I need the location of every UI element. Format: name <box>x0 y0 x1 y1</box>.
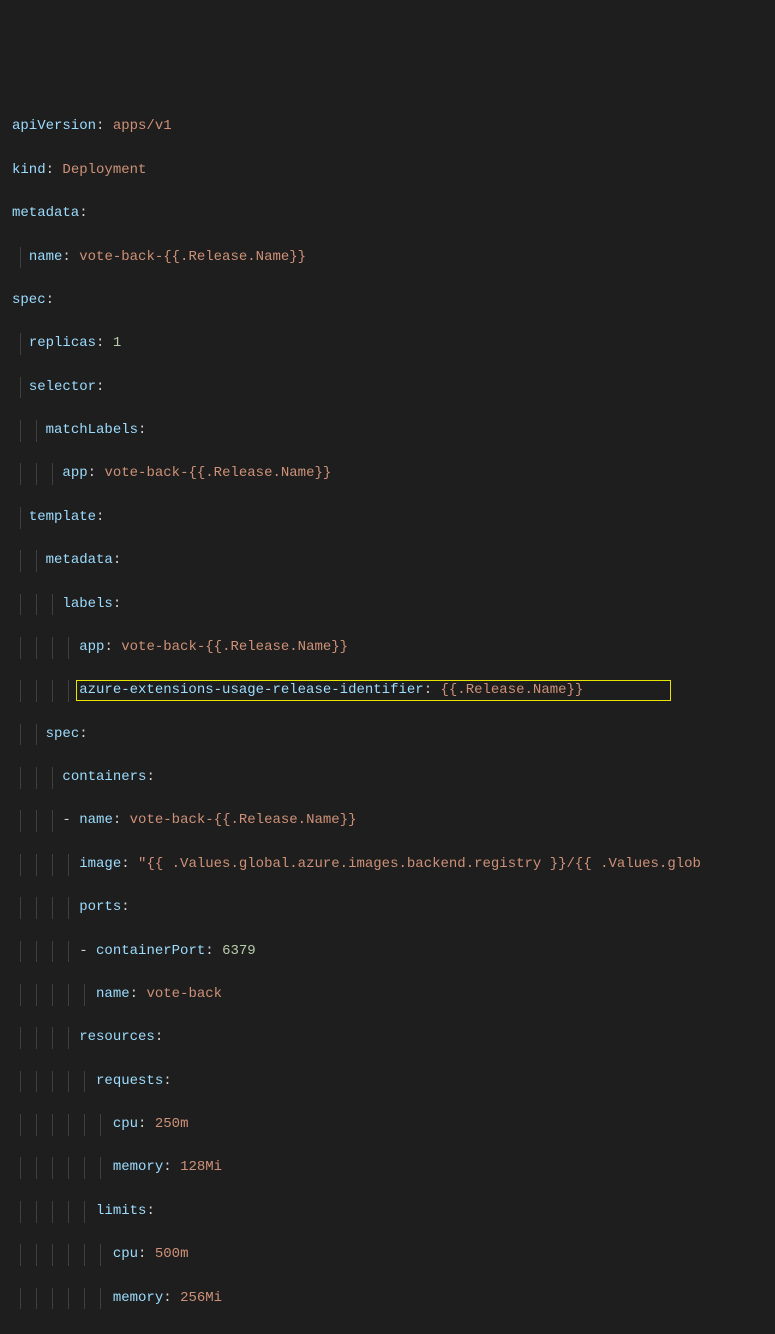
yaml-key: labels <box>62 596 112 612</box>
yaml-key: cpu <box>113 1116 138 1132</box>
yaml-key: name <box>79 812 113 828</box>
yaml-value: vote-back-{{.Release.Name}} <box>79 249 306 265</box>
yaml-key: app <box>79 639 104 655</box>
yaml-key: metadata <box>12 205 79 221</box>
code-line: labels: <box>12 594 763 616</box>
yaml-key: cpu <box>113 1246 138 1262</box>
highlighted-line: azure-extensions-usage-release-identifie… <box>12 680 763 702</box>
yaml-key: spec <box>46 726 80 742</box>
yaml-key: containerPort <box>96 943 205 959</box>
yaml-key: template <box>29 509 96 525</box>
code-line: - containerPort: 6379 <box>12 941 763 963</box>
code-line: spec: <box>12 290 763 312</box>
yaml-key: kind <box>12 162 46 178</box>
code-line: kind: Deployment <box>12 160 763 182</box>
yaml-value: "{{ .Values.global.azure.images.backend.… <box>138 856 701 872</box>
yaml-key: containers <box>62 769 146 785</box>
code-line: cpu: 500m <box>12 1244 763 1266</box>
yaml-value: vote-back <box>146 986 222 1002</box>
code-line: name: vote-back-{{.Release.Name}} <box>12 247 763 269</box>
yaml-key: azure-extensions-usage-release-identifie… <box>79 682 423 698</box>
code-line: containers: <box>12 767 763 789</box>
code-line: metadata: <box>12 203 763 225</box>
yaml-value: 500m <box>155 1246 189 1262</box>
yaml-value: Deployment <box>62 162 146 178</box>
yaml-value: vote-back-{{.Release.Name}} <box>104 465 331 481</box>
yaml-key: requests <box>96 1073 163 1089</box>
yaml-key: image <box>79 856 121 872</box>
code-line: cpu: 250m <box>12 1114 763 1136</box>
code-line: limits: <box>12 1201 763 1223</box>
yaml-key: spec <box>12 292 46 308</box>
code-line: app: vote-back-{{.Release.Name}} <box>12 463 763 485</box>
yaml-key: memory <box>113 1159 163 1175</box>
yaml-key: apiVersion <box>12 118 96 134</box>
code-line: memory: 128Mi <box>12 1157 763 1179</box>
yaml-value: vote-back-{{.Release.Name}} <box>121 639 348 655</box>
yaml-value: {{.Release.Name}} <box>441 682 584 698</box>
yaml-value: 250m <box>155 1116 189 1132</box>
code-line: template: <box>12 507 763 529</box>
yaml-key: matchLabels <box>46 422 138 438</box>
code-line: apiVersion: apps/v1 <box>12 116 763 138</box>
code-block: apiVersion: apps/v1 kind: Deployment met… <box>12 95 763 1331</box>
yaml-value: vote-back-{{.Release.Name}} <box>130 812 357 828</box>
yaml-key: name <box>96 986 130 1002</box>
code-line: memory: 256Mi <box>12 1288 763 1310</box>
code-line: requests: <box>12 1071 763 1093</box>
yaml-key: resources <box>79 1029 155 1045</box>
yaml-key: selector <box>29 379 96 395</box>
code-line: ports: <box>12 897 763 919</box>
yaml-key: ports <box>79 899 121 915</box>
yaml-number: 1 <box>113 335 121 351</box>
yaml-value: apps/v1 <box>113 118 172 134</box>
code-line: spec: <box>12 724 763 746</box>
code-line: selector: <box>12 377 763 399</box>
yaml-number: 6379 <box>222 943 256 959</box>
yaml-value: 128Mi <box>180 1159 222 1175</box>
code-line: name: vote-back <box>12 984 763 1006</box>
yaml-key: name <box>29 249 63 265</box>
code-line: resources: <box>12 1027 763 1049</box>
code-line: image: "{{ .Values.global.azure.images.b… <box>12 854 763 876</box>
yaml-key: limits <box>96 1203 146 1219</box>
yaml-key: replicas <box>29 335 96 351</box>
code-line: replicas: 1 <box>12 333 763 355</box>
yaml-key: memory <box>113 1290 163 1306</box>
code-line: - name: vote-back-{{.Release.Name}} <box>12 810 763 832</box>
yaml-key: metadata <box>46 552 113 568</box>
yaml-value: 256Mi <box>180 1290 222 1306</box>
code-line: matchLabels: <box>12 420 763 442</box>
yaml-key: app <box>62 465 87 481</box>
code-line: metadata: <box>12 550 763 572</box>
code-line: app: vote-back-{{.Release.Name}} <box>12 637 763 659</box>
